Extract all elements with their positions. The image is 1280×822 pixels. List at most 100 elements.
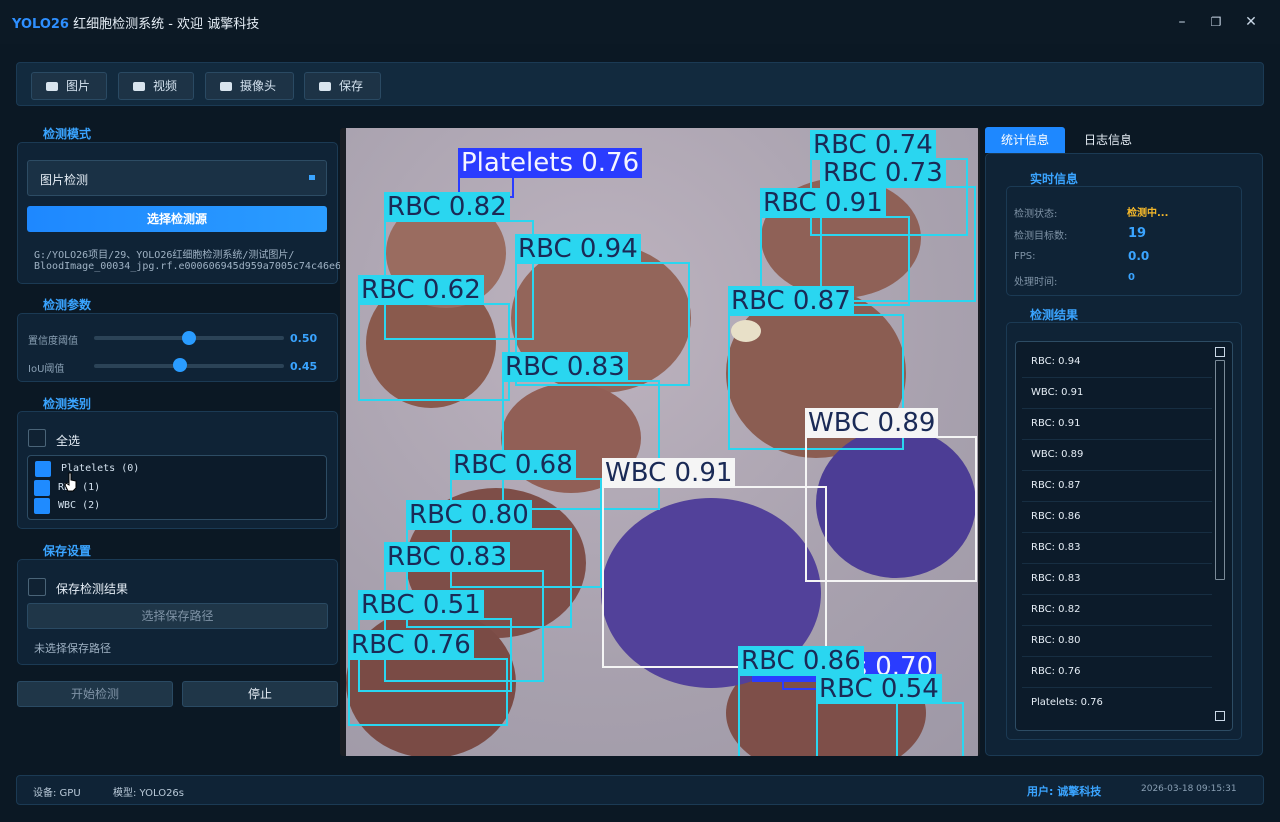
list-item: RBC: 0.80: [1031, 635, 1081, 646]
fps-key: FPS:: [1014, 251, 1036, 262]
detection-label: WBC 0.91: [602, 458, 736, 488]
tab-log[interactable]: 日志信息: [1068, 127, 1148, 153]
detection-box: RBC 0.62: [358, 275, 510, 401]
close-button[interactable]: ✕: [1241, 12, 1261, 32]
camera-button[interactable]: 摄像头: [205, 72, 294, 100]
detection-label: WBC 0.89: [805, 408, 939, 438]
divider: [1022, 594, 1212, 595]
save-button[interactable]: 保存: [304, 72, 381, 100]
model-info: 模型: YOLO26s: [113, 788, 185, 799]
detection-box: RBC 0.76: [348, 630, 508, 726]
scroll-down-button[interactable]: [1215, 711, 1225, 721]
detection-label: RBC 0.62: [358, 275, 484, 305]
list-item: RBC: 0.83: [1031, 573, 1081, 584]
iou-value: 0.45: [290, 360, 318, 373]
detection-label: RBC 0.80: [406, 500, 532, 530]
detection-label: RBC 0.82: [384, 192, 510, 222]
scrollbar-thumb[interactable]: [1215, 360, 1225, 580]
detection-label: RBC 0.86: [738, 646, 864, 676]
tab-stats[interactable]: 统计信息: [985, 127, 1065, 153]
conf-label: 置信度阈值: [28, 336, 78, 347]
list-item: RBC: 0.82: [1031, 604, 1081, 615]
divider: [1022, 501, 1212, 502]
divider: [1022, 625, 1212, 626]
detection-box: RBC 0.54: [816, 674, 964, 756]
minimize-button[interactable]: –: [1172, 12, 1192, 32]
targets-value: 19: [1128, 226, 1147, 241]
source-path-line2: BloodImage_00034_jpg.rf.e000606945d959a7…: [34, 261, 354, 272]
scroll-up-button[interactable]: [1215, 347, 1225, 357]
list-item: RBC: 0.83: [1031, 542, 1081, 553]
divider: [1022, 687, 1212, 688]
detection-box: WBC 0.91: [602, 458, 827, 668]
image-icon: [46, 82, 58, 91]
image-viewer[interactable]: Platelets 0.76 RBC 0.82 RBC 0.94 RBC 0.6…: [340, 128, 980, 756]
user-info: 用户: 诚擎科技: [1027, 785, 1102, 798]
detection-label: RBC 0.74: [810, 130, 936, 160]
results-section-title: 检测结果: [1030, 308, 1079, 322]
select-all-label: 全选: [56, 434, 81, 448]
save-icon: [319, 82, 331, 91]
detection-label: RBC 0.87: [728, 286, 854, 316]
video-icon: [133, 82, 145, 91]
detection-label: RBC 0.76: [348, 630, 474, 660]
detection-box: WBC 0.89: [805, 408, 977, 582]
divider: [1022, 408, 1212, 409]
status-value: 检测中...: [1127, 208, 1169, 219]
list-item: RBC: 0.86: [1031, 511, 1081, 522]
start-button[interactable]: 开始检测: [17, 681, 173, 707]
stop-button[interactable]: 停止: [182, 681, 338, 707]
video-button[interactable]: 视频: [118, 72, 194, 100]
save-result-label: 保存检测结果: [56, 582, 129, 596]
class-label-wbc: WBC (2): [58, 500, 101, 511]
detection-label: RBC 0.83: [502, 352, 628, 382]
list-item: WBC: 0.91: [1031, 387, 1084, 398]
list-item: RBC: 0.76: [1031, 666, 1081, 677]
save-result-checkbox[interactable]: [28, 578, 46, 596]
divider: [1022, 377, 1212, 378]
detection-label: RBC 0.51: [358, 590, 484, 620]
class-checkbox-rbc[interactable]: [34, 480, 50, 496]
time-value: 0: [1128, 272, 1135, 283]
detection-label: RBC 0.54: [816, 674, 942, 704]
detection-label: RBC 0.91: [760, 188, 886, 218]
conf-slider-handle[interactable]: [182, 331, 196, 345]
list-item: Platelets: 0.76: [1031, 697, 1103, 708]
iou-label: IoU阈值: [28, 364, 65, 375]
list-item: RBC: 0.91: [1031, 418, 1081, 429]
maximize-button[interactable]: ❐: [1206, 12, 1226, 32]
divider: [1022, 656, 1212, 657]
save-path-status: 未选择保存路径: [34, 642, 111, 655]
class-section-title: 检测类别: [43, 397, 92, 411]
source-path-line1: G:/YOLO26项目/29、YOLO26红细胞检测系统/测试图片/: [34, 250, 295, 261]
iou-slider-handle[interactable]: [173, 358, 187, 372]
params-section-title: 检测参数: [43, 298, 92, 312]
divider: [1022, 439, 1212, 440]
detection-label: RBC 0.83: [384, 542, 510, 572]
status-key: 检测状态:: [1014, 209, 1058, 220]
chevron-down-icon[interactable]: [309, 175, 315, 180]
fps-value: 0.0: [1128, 249, 1150, 263]
detection-label: Platelets 0.76: [458, 148, 643, 178]
select-all-checkbox[interactable]: [28, 429, 46, 447]
iou-slider-track[interactable]: [94, 364, 284, 368]
list-item: RBC: 0.87: [1031, 480, 1081, 491]
class-checkbox-platelets[interactable]: [35, 461, 51, 477]
divider: [1022, 532, 1212, 533]
device-info: 设备: GPU: [33, 788, 81, 799]
toolbar: [16, 62, 1264, 106]
select-save-path-button[interactable]: 选择保存路径: [27, 603, 328, 629]
detection-label: RBC 0.68: [450, 450, 576, 480]
conf-value: 0.50: [290, 332, 318, 345]
select-source-button[interactable]: 选择检测源: [27, 206, 327, 232]
camera-icon: [220, 82, 232, 91]
divider: [1022, 563, 1212, 564]
save-section-title: 保存设置: [43, 544, 92, 558]
image-button[interactable]: 图片: [31, 72, 107, 100]
time-key: 处理时间:: [1014, 277, 1058, 288]
realtime-section-title: 实时信息: [1030, 172, 1079, 186]
mode-select-value: 图片检测: [40, 173, 89, 187]
targets-key: 检测目标数:: [1014, 231, 1068, 242]
class-checkbox-wbc[interactable]: [34, 498, 50, 514]
divider: [1022, 470, 1212, 471]
